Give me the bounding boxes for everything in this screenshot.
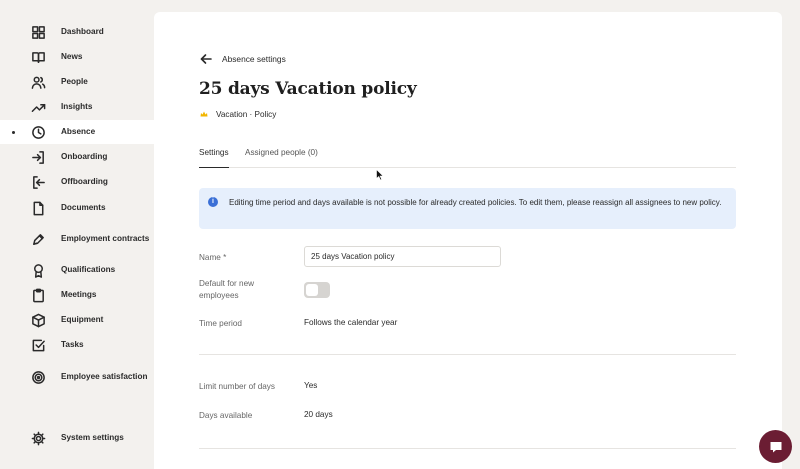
sidebar-item-meetings[interactable]: Meetings — [0, 283, 154, 307]
grid-icon — [30, 24, 46, 40]
trend-icon — [30, 99, 46, 115]
sidebar-item-insights[interactable]: Insights — [0, 95, 154, 119]
sidebar-item-dashboard[interactable]: Dashboard — [0, 20, 154, 44]
sidebar-item-label: News — [61, 52, 83, 61]
award-icon — [30, 262, 46, 278]
sidebar-item-documents[interactable]: Documents — [0, 196, 154, 220]
pen-icon — [30, 231, 46, 247]
name-input[interactable] — [304, 246, 501, 267]
time-period-label: Time period — [199, 319, 242, 328]
sidebar-item-label: Qualifications — [61, 265, 116, 274]
divider — [199, 354, 736, 355]
limit-days-value: Yes — [304, 381, 318, 390]
toggle-knob — [306, 284, 318, 296]
sidebar-item-label: Insights — [61, 102, 93, 111]
sidebar-item-label: People — [61, 77, 88, 86]
gear-icon — [30, 430, 46, 446]
mouse-cursor-icon — [376, 169, 384, 181]
back-label: Absence settings — [222, 54, 286, 64]
sidebar-item-employment-contracts[interactable]: Employment contracts — [0, 227, 154, 251]
info-message: Editing time period and days available i… — [229, 198, 722, 207]
sidebar-item-label: Employee satisfaction — [61, 372, 148, 381]
arrow-left-icon — [200, 53, 212, 65]
sidebar-item-qualifications[interactable]: Qualifications — [0, 258, 154, 282]
sidebar-item-label: Dashboard — [61, 27, 104, 36]
days-available-value: 20 days — [304, 410, 333, 419]
info-icon: i — [208, 197, 218, 207]
login-icon — [30, 149, 46, 165]
divider — [199, 448, 736, 449]
sidebar-item-label: Meetings — [61, 290, 97, 299]
chat-bubble-icon — [770, 441, 781, 452]
clock-icon — [30, 124, 46, 140]
sidebar-item-system-settings[interactable]: System settings — [0, 426, 154, 450]
sidebar-item-label: System settings — [61, 433, 124, 442]
clipboard-icon — [30, 287, 46, 303]
vacation-emoji-icon — [200, 111, 208, 117]
sidebar-item-label: Absence — [61, 127, 96, 136]
book-icon — [30, 49, 46, 65]
info-banner: i Editing time period and days available… — [199, 188, 736, 229]
document-icon — [30, 200, 46, 216]
sidebar-item-label: Employment contracts — [61, 234, 150, 243]
subtitle-text: Vacation · Policy — [216, 109, 277, 119]
sidebar-item-people[interactable]: People — [0, 70, 154, 94]
people-icon — [30, 74, 46, 90]
tab-bar: Settings Assigned people (0) — [199, 144, 736, 168]
limit-days-label: Limit number of days — [199, 382, 275, 391]
checkbox-icon — [30, 337, 46, 353]
days-available-label: Days available — [199, 411, 253, 420]
default-toggle[interactable] — [304, 282, 330, 298]
tab-assigned-people[interactable]: Assigned people (0) — [245, 148, 318, 168]
main-panel: Absence settings 25 days Vacation policy… — [154, 12, 782, 469]
sidebar: Dashboard News People Insights Absence O… — [0, 0, 154, 469]
tab-settings[interactable]: Settings — [199, 148, 229, 168]
sidebar-item-equipment[interactable]: Equipment — [0, 308, 154, 332]
page-title: 25 days Vacation policy — [199, 79, 417, 99]
time-period-value: Follows the calendar year — [304, 318, 398, 327]
sidebar-item-news[interactable]: News — [0, 45, 154, 69]
logout-icon — [30, 174, 46, 190]
sidebar-item-label: Offboarding — [61, 177, 108, 186]
active-indicator — [12, 131, 15, 134]
back-link[interactable]: Absence settings — [200, 52, 286, 66]
box-icon — [30, 312, 46, 328]
name-label: Name * — [199, 253, 227, 262]
sidebar-item-label: Onboarding — [61, 152, 108, 161]
sidebar-item-offboarding[interactable]: Offboarding — [0, 170, 154, 194]
sidebar-item-employee-satisfaction[interactable]: Employee satisfaction — [0, 365, 154, 389]
sidebar-item-tasks[interactable]: Tasks — [0, 333, 154, 357]
chat-button[interactable] — [759, 430, 792, 463]
policy-subtitle: Vacation · Policy — [200, 108, 276, 120]
sidebar-item-label: Tasks — [61, 340, 84, 349]
target-icon — [30, 369, 46, 385]
sidebar-item-label: Documents — [61, 203, 106, 212]
sidebar-item-onboarding[interactable]: Onboarding — [0, 145, 154, 169]
sidebar-item-label: Equipment — [61, 315, 104, 324]
sidebar-item-absence[interactable]: Absence — [0, 120, 154, 144]
default-label: Default for new employees — [199, 279, 255, 300]
